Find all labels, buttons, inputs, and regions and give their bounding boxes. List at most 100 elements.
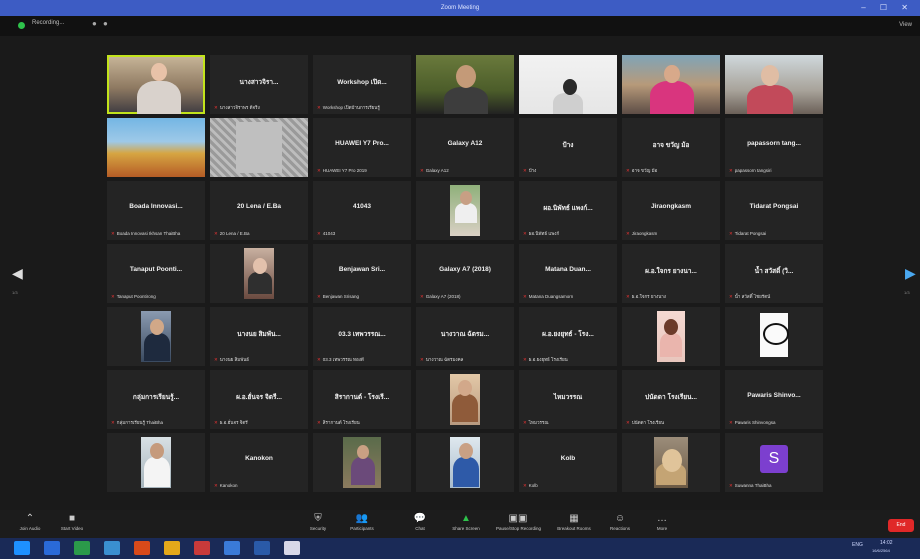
- window-controls[interactable]: – ☐ ✕: [861, 0, 914, 16]
- participant-tile[interactable]: กลุ่มการเรียนรู้... ✕ กลุ่มการเรียนรู้ Tha…: [107, 370, 205, 429]
- participant-tile[interactable]: ผอ.นิพัทธ์ แพงก์... ✕ ผอ.นิพัทธ์ แพงก์: [519, 181, 617, 240]
- participant-tile[interactable]: [622, 55, 720, 114]
- participant-tile[interactable]: papassorn tang... ✕ papassorn tangsiri: [725, 118, 823, 177]
- participant-tile[interactable]: 20 Lena / E.Ba ✕ 20 Lena / E.Ba: [210, 181, 308, 240]
- participant-tile[interactable]: Boada Innovasi... ✕ Boada Innovasi Ikhsan …: [107, 181, 205, 240]
- muted-mic-icon: ✕: [729, 294, 733, 299]
- participant-tile[interactable]: Tidarat Pongsai ✕ Tidarat Pongsai: [725, 181, 823, 240]
- edge-icon[interactable]: [74, 541, 90, 555]
- toolbar-morebutton[interactable]: … More: [640, 512, 684, 531]
- toolbar-securitybutton[interactable]: ⛨ Security: [296, 512, 340, 531]
- toolbar-chatbutton[interactable]: 💬 Chat: [398, 512, 442, 531]
- task-view-icon[interactable]: [44, 541, 60, 555]
- recording-controls[interactable]: ● ●: [92, 19, 110, 28]
- toolbar-join-audiobutton[interactable]: ⌃ Join Audio: [8, 512, 52, 531]
- participant-label-text: Galaxy A7 (2018): [425, 294, 461, 299]
- previous-page-arrow-icon[interactable]: ◀: [12, 265, 23, 282]
- participant-tile[interactable]: นางนย สิมพัน... ✕ นางนย สิมพันธ์: [210, 307, 308, 366]
- firefox-icon[interactable]: [134, 541, 150, 555]
- toolbar-participantsbutton[interactable]: 👥 Participants: [340, 512, 384, 531]
- participant-tile[interactable]: Kolb ✕ Kolb: [519, 433, 617, 492]
- participant-tile[interactable]: Workshop เปิด... ✕ Workshop เปิดบ้านการเรี…: [313, 55, 411, 114]
- participant-tile[interactable]: Pawaris Shinvo... ✕ Pawaris Shinvongsa: [725, 370, 823, 429]
- end-meeting-button[interactable]: End: [888, 519, 914, 532]
- participant-tile[interactable]: Galaxy A12 ✕ Galaxy A12: [416, 118, 514, 177]
- participant-name: กลุ่มการเรียนรู้...: [132, 394, 180, 401]
- participant-tile[interactable]: ผ.อ.ใจกร ยางนา... ✕ ผ.อ.ใจกร ยางนาง: [622, 244, 720, 303]
- participant-tile[interactable]: [313, 433, 411, 492]
- participant-tile[interactable]: [107, 118, 205, 177]
- toolbar-label: Reactions: [609, 526, 630, 531]
- participant-tile[interactable]: Tanaput Poonti... ✕ Tanaput Poontirong: [107, 244, 205, 303]
- word-icon[interactable]: [224, 541, 240, 555]
- participant-name: HUAWEI Y7 Pro...: [335, 140, 389, 147]
- participant-head: [357, 445, 369, 459]
- participant-tile[interactable]: HUAWEI Y7 Pro... ✕ HUAWEI Y7 Pro 2019: [313, 118, 411, 177]
- participant-tile[interactable]: [416, 181, 514, 240]
- toolbar-start-videobutton[interactable]: ■ Start Video: [50, 512, 94, 531]
- participant-body: [453, 457, 479, 487]
- participant-label-text: 41043: [322, 231, 336, 236]
- participant-tile[interactable]: Kanokon ✕ Kanokon: [210, 433, 308, 492]
- participant-tile[interactable]: Galaxy A7 (2018) ✕ Galaxy A7 (2018): [416, 244, 514, 303]
- participant-tile[interactable]: Matana Duan... ✕ Matana Duangsamorn: [519, 244, 617, 303]
- participant-tile[interactable]: นางวาณ ฉัตรม... ✕ นางวาณ ฉัตรมงคล: [416, 307, 514, 366]
- participant-tile[interactable]: 03.3 เทพวรรณ... ✕ 03.3 เทพวรรณ ทองดี: [313, 307, 411, 366]
- participant-tile[interactable]: ปนัดดา โรงเรียน... ✕ ปนัดดา โรงเรียน: [622, 370, 720, 429]
- participant-label-text: papassorn tangsiri: [734, 168, 772, 173]
- toolbar-icon: ☺: [614, 513, 626, 524]
- start-button[interactable]: [14, 541, 30, 555]
- participant-tile[interactable]: Benjawan Sri... ✕ Benjawan Srisang: [313, 244, 411, 303]
- participant-label-text: ป้าง: [528, 168, 537, 173]
- participant-body: [650, 81, 694, 114]
- participant-tile[interactable]: [725, 307, 823, 366]
- muted-mic-icon: ✕: [729, 420, 733, 425]
- participant-tile[interactable]: [107, 307, 205, 366]
- toolbar-breakout-roomsbutton[interactable]: ▦ Breakout Rooms: [552, 512, 596, 531]
- participant-tile[interactable]: [416, 370, 514, 429]
- participant-name: 20 Lena / E.Ba: [236, 203, 282, 210]
- participant-tile[interactable]: [725, 55, 823, 114]
- window-title: Zoom Meeting: [440, 5, 480, 11]
- explorer-icon[interactable]: [104, 541, 120, 555]
- zoom-icon[interactable]: [254, 541, 270, 555]
- participant-tile[interactable]: [210, 118, 308, 177]
- chrome-icon[interactable]: [164, 541, 180, 555]
- participant-tile[interactable]: ป้าง ✕ ป้าง: [519, 118, 617, 177]
- participant-tile[interactable]: สิรากานต์ - โรงเรี... ✕ สิรากานต์ โรงเรียน: [313, 370, 411, 429]
- participant-tile[interactable]: [416, 55, 514, 114]
- view-button[interactable]: View: [899, 22, 912, 28]
- muted-mic-icon: ✕: [317, 420, 321, 425]
- participant-tile[interactable]: [622, 433, 720, 492]
- participant-tile[interactable]: Jiraongkasm ✕ Jiraongkasm: [622, 181, 720, 240]
- participant-tile[interactable]: [416, 433, 514, 492]
- store-icon[interactable]: [284, 541, 300, 555]
- participant-tile[interactable]: นางสาวจิรา... ✕ นางสาวจิราพร ดีจริง: [210, 55, 308, 114]
- participant-label: ✕ Kanokon: [212, 482, 240, 490]
- participant-tile[interactable]: [107, 433, 205, 492]
- participant-tile[interactable]: [519, 55, 617, 114]
- muted-mic-icon: ✕: [111, 420, 115, 425]
- participant-tile[interactable]: อาจ ขวัญ ม้อ ✕ อาจ ขวัญ ม้อ: [622, 118, 720, 177]
- participant-tile[interactable]: S ✕ Suwanna ThaiBha: [725, 433, 823, 492]
- participant-label-text: Jiraongkasm: [631, 231, 658, 236]
- powerpoint-icon[interactable]: [194, 541, 210, 555]
- participant-label-text: 03.3 เทพวรรณ ทองดี: [322, 357, 364, 362]
- toolbar-reactionsbutton[interactable]: ☺ Reactions: [598, 512, 642, 531]
- participant-tile[interactable]: น้ำ สวัสดิ์ (วิ... ✕ น้ำ สวัสดิ์ ไชยรัตน์: [725, 244, 823, 303]
- participant-label-text: นางนย สิมพันธ์: [219, 357, 250, 362]
- participant-tile[interactable]: [210, 244, 308, 303]
- participant-label: ✕ น้ำ สวัสดิ์ ไชยรัตน์: [727, 292, 772, 301]
- participant-tile[interactable]: 41043 ✕ 41043: [313, 181, 411, 240]
- participant-tile[interactable]: [622, 307, 720, 366]
- participant-label: ✕ 41043: [315, 230, 337, 238]
- toolbar-share-screenbutton[interactable]: ▲ Share Screen: [444, 512, 488, 531]
- next-page-arrow-icon[interactable]: ▶: [905, 265, 916, 282]
- participant-label-text: Boada Innovasi Ikhsan ThaiBha: [116, 231, 181, 236]
- participant-tile[interactable]: [107, 55, 205, 114]
- toolbar-pause-stop-recordingbutton[interactable]: ▣▣ Pause/Stop Recording: [496, 512, 541, 531]
- participant-tile[interactable]: ไหมวรรณ ✕ ไหมวรรณ: [519, 370, 617, 429]
- participant-tile[interactable]: ผ.อ.ยงยุทธ์ - โรง... ✕ ผ.อ.ยงยุทธ์ โรงเรีย…: [519, 307, 617, 366]
- participant-tile[interactable]: ผ.อ.ฮั่นจร จิตรี... ✕ ผ.อ.ฮั่นจร จิตรี: [210, 370, 308, 429]
- participant-label: ✕ Jiraongkasm: [624, 230, 659, 238]
